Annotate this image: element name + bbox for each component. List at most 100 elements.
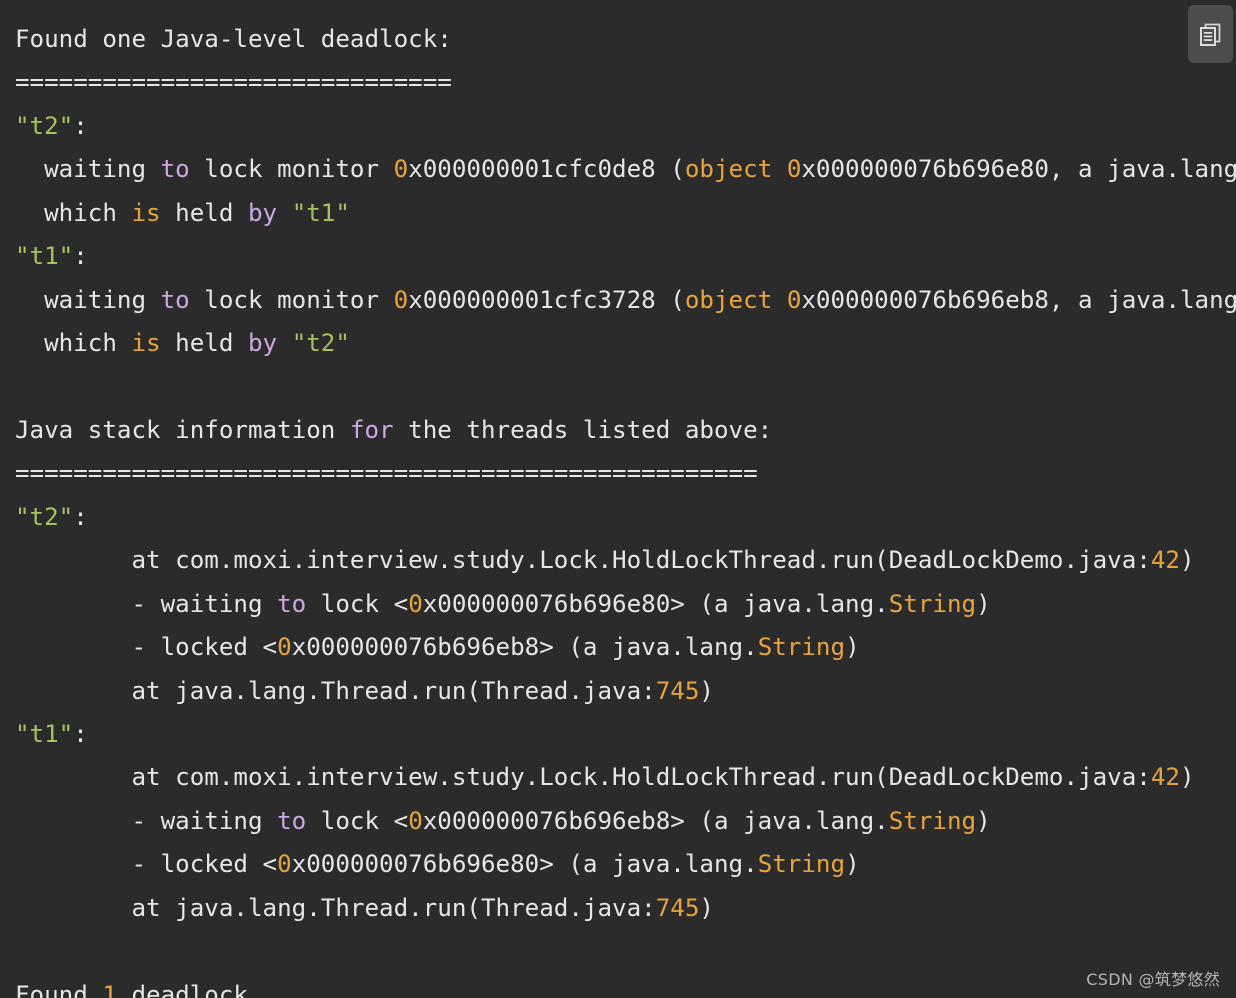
- code-line: Found one Java-level deadlock:: [0, 18, 1236, 61]
- code-token: 0: [408, 806, 423, 835]
- code-line: which is held by "t1": [0, 192, 1236, 235]
- code-token: lock <: [306, 806, 409, 835]
- code-line: which is held by "t2": [0, 322, 1236, 365]
- code-line: at java.lang.Thread.run(Thread.java:745): [0, 670, 1236, 713]
- code-token: deadlock.: [116, 980, 263, 998]
- code-line: "t1":: [0, 235, 1236, 278]
- code-token: ): [976, 589, 991, 618]
- code-token: 745: [655, 676, 700, 705]
- code-token: 0: [393, 285, 409, 314]
- code-token: the threads listed above:: [393, 415, 773, 444]
- code-token: "t2": [15, 502, 74, 531]
- code-token: object: [684, 285, 773, 314]
- code-token: "t1": [15, 720, 74, 748]
- code-token: x000000076b696e80, a java.lang.String): [801, 155, 1236, 184]
- code-token: 0: [786, 155, 802, 184]
- code-line: waiting to lock monitor 0x000000001cfc0d…: [0, 148, 1236, 191]
- code-token: x000000076b696e80> (a java.lang.: [422, 589, 889, 618]
- code-token: which: [15, 329, 132, 358]
- code-token: lock monitor: [189, 285, 394, 314]
- code-token: :: [73, 720, 88, 748]
- code-line: - locked <0x000000076b696e80> (a java.la…: [0, 843, 1236, 886]
- code-token: ========================================…: [15, 459, 758, 488]
- code-token: String: [888, 806, 977, 835]
- code-token: object: [684, 155, 773, 184]
- code-token: String: [757, 850, 846, 879]
- code-token: String: [757, 633, 846, 662]
- code-token: "t1": [291, 198, 350, 227]
- code-token: for: [349, 415, 394, 444]
- code-line: - waiting to lock <0x000000076b696eb8> (…: [0, 800, 1236, 843]
- code-token: ): [845, 850, 860, 879]
- code-token: to: [277, 589, 307, 618]
- code-token: to: [277, 806, 307, 835]
- code-line: at com.moxi.interview.study.Lock.HoldLoc…: [0, 756, 1236, 799]
- code-line: - locked <0x000000076b696eb8> (a java.la…: [0, 626, 1236, 669]
- code-token: - waiting: [15, 589, 278, 618]
- code-line: "t2":: [0, 105, 1236, 148]
- code-line: "t2":: [0, 496, 1236, 539]
- code-token: lock <: [306, 589, 409, 618]
- code-token: to: [160, 285, 190, 314]
- code-token: - locked <: [15, 850, 278, 879]
- code-token: ==============================: [15, 68, 452, 97]
- code-token: - waiting: [15, 806, 278, 835]
- code-token: x000000076b696eb8, a java.lang.String): [801, 285, 1236, 314]
- code-token: lock monitor: [189, 155, 394, 184]
- csdn-watermark: CSDN @筑梦悠然: [1086, 970, 1220, 989]
- code-token: :: [73, 242, 88, 271]
- code-token: ): [1179, 546, 1195, 575]
- code-line: "t1":: [0, 713, 1236, 756]
- code-token: to: [160, 155, 190, 184]
- code-token: at java.lang.Thread.run(Thread.java:: [15, 893, 656, 922]
- code-token: 0: [408, 589, 423, 618]
- code-token: is: [131, 198, 161, 227]
- code-token: ): [699, 676, 714, 705]
- code-token: 0: [277, 850, 292, 879]
- code-token: 1: [102, 980, 117, 998]
- code-token: waiting: [15, 155, 161, 184]
- copy-code-button[interactable]: [1188, 5, 1233, 63]
- code-line: ========================================…: [0, 452, 1236, 495]
- code-line: at java.lang.Thread.run(Thread.java:745): [0, 887, 1236, 930]
- code-token: String: [888, 589, 977, 618]
- code-token: x000000076b696e80> (a java.lang.: [291, 850, 758, 879]
- code-token: waiting: [15, 285, 161, 314]
- code-token: ): [1179, 763, 1195, 792]
- code-token: 0: [786, 285, 802, 314]
- code-token: by: [248, 198, 278, 227]
- code-token: x000000076b696eb8> (a java.lang.: [422, 806, 889, 835]
- code-token: - locked <: [15, 633, 278, 662]
- code-token: "t1": [15, 242, 74, 271]
- code-token: Found one Java-level deadlock:: [15, 25, 452, 53]
- code-token: Found: [15, 980, 103, 998]
- code-token: held: [160, 329, 248, 358]
- copy-icon: [1197, 21, 1224, 48]
- code-token: :: [73, 111, 88, 140]
- code-token: at java.lang.Thread.run(Thread.java:: [15, 676, 656, 705]
- code-line: - waiting to lock <0x000000076b696e80> (…: [0, 583, 1236, 626]
- code-token: ): [699, 893, 714, 922]
- code-token: 0: [393, 155, 409, 184]
- code-token: at com.moxi.interview.study.Lock.HoldLoc…: [15, 546, 1151, 575]
- code-token: "t2": [291, 329, 350, 358]
- code-token: x000000001cfc0de8 (: [408, 155, 685, 184]
- code-line: at com.moxi.interview.study.Lock.HoldLoc…: [0, 539, 1236, 582]
- code-token: 42: [1150, 546, 1180, 575]
- code-line: waiting to lock monitor 0x000000001cfc37…: [0, 279, 1236, 322]
- code-token: held: [160, 198, 248, 227]
- code-token: is: [131, 329, 161, 358]
- code-token: 745: [655, 893, 700, 922]
- code-token: Java stack information: [15, 415, 350, 444]
- code-token: which: [15, 198, 132, 227]
- code-token: "t2": [15, 111, 74, 140]
- code-text-area[interactable]: Found one Java-level deadlock: ==========…: [0, 18, 1236, 998]
- code-token: ): [845, 633, 860, 662]
- code-line: Java stack information for the threads l…: [0, 409, 1236, 452]
